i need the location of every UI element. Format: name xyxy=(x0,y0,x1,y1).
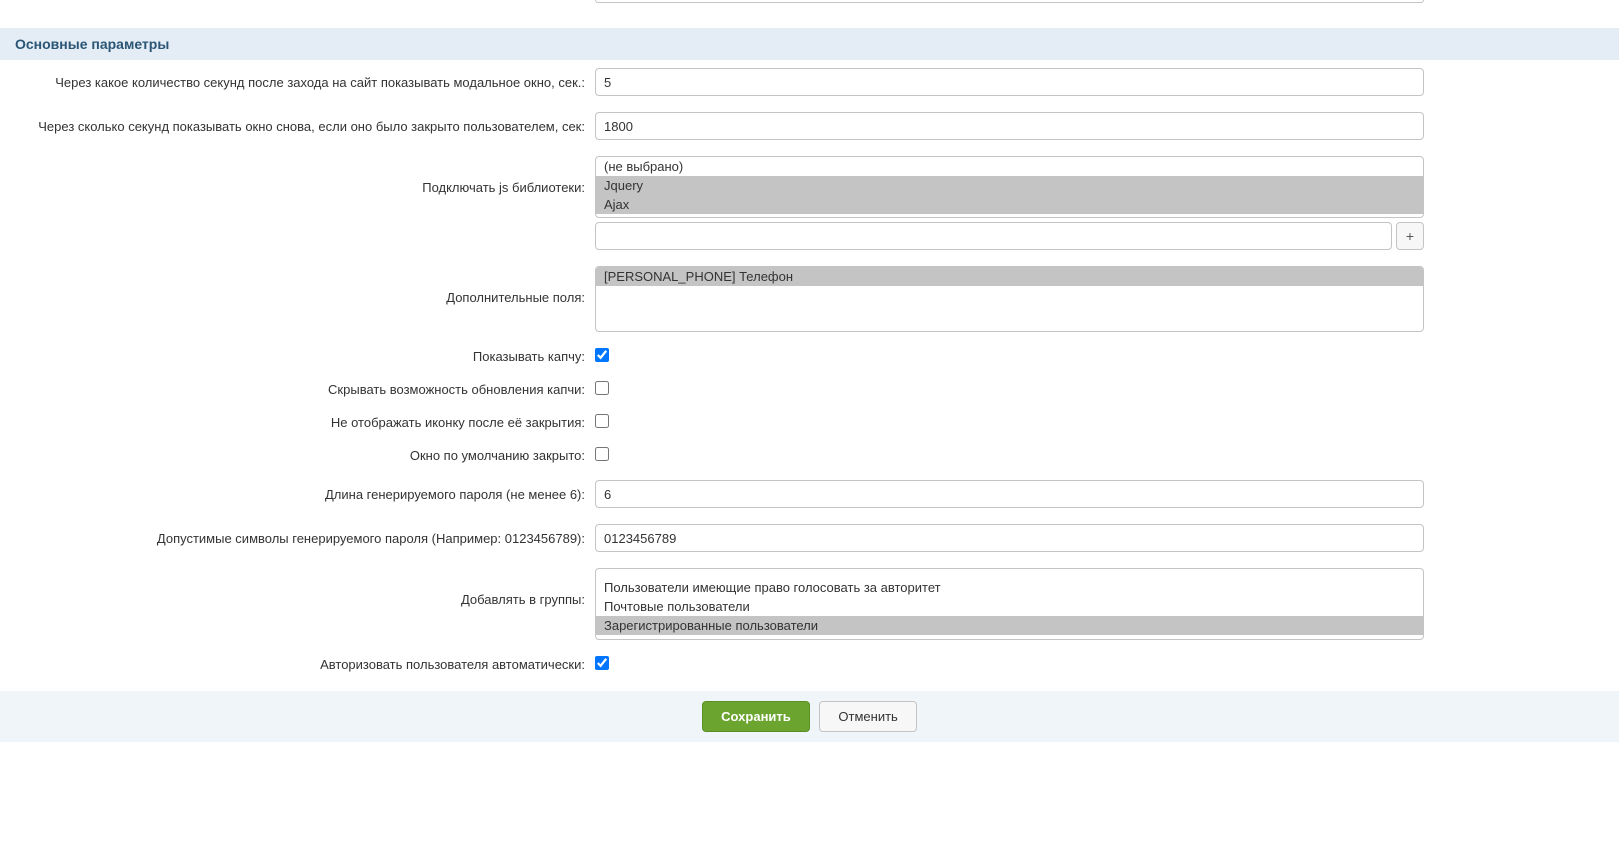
listbox-js-libs[interactable]: (не выбрано) Jquery Ajax xyxy=(595,156,1424,218)
label-js-libs: Подключать js библиотеки: xyxy=(0,156,595,195)
plus-icon: + xyxy=(1406,228,1414,244)
label-password-length: Длина генерируемого пароля (не менее 6): xyxy=(0,487,595,502)
cancel-button[interactable]: Отменить xyxy=(819,701,916,732)
add-button[interactable]: + xyxy=(1396,222,1424,250)
listbox-add-fields[interactable]: [PERSONAL_PHONE] Телефон xyxy=(595,266,1424,332)
label-password-chars: Допустимые символы генерируемого пароля … xyxy=(0,531,595,546)
checkbox-closed-default[interactable] xyxy=(595,447,609,461)
input-js-libs-add[interactable] xyxy=(595,222,1392,250)
list-item-cut[interactable] xyxy=(596,568,1423,578)
list-item[interactable]: Ajax xyxy=(596,195,1423,214)
label-groups: Добавлять в группы: xyxy=(0,568,595,607)
list-item[interactable]: Jquery xyxy=(596,176,1423,195)
list-item[interactable]: Почтовые пользователи xyxy=(596,597,1423,616)
input-delay-show[interactable] xyxy=(595,68,1424,96)
list-item[interactable]: [PERSONAL_PHONE] Телефон xyxy=(596,267,1423,286)
label-closed-default: Окно по умолчанию закрыто: xyxy=(0,448,595,463)
settings-form: Через какое количество секунд после захо… xyxy=(0,60,1619,681)
section-header: Основные параметры xyxy=(0,28,1619,60)
checkbox-show-captcha[interactable] xyxy=(595,348,609,362)
label-hide-icon: Не отображать иконку после её закрытия: xyxy=(0,415,595,430)
label-hide-captcha-refresh: Скрывать возможность обновления капчи: xyxy=(0,382,595,397)
section-title: Основные параметры xyxy=(15,36,169,52)
checkbox-hide-captcha-refresh[interactable] xyxy=(595,381,609,395)
listbox-groups[interactable]: Пользователи имеющие право голосовать за… xyxy=(595,568,1424,640)
input-delay-reshow[interactable] xyxy=(595,112,1424,140)
label-delay-show: Через какое количество секунд после захо… xyxy=(0,75,595,90)
label-add-fields: Дополнительные поля: xyxy=(0,266,595,305)
button-bar: Сохранить Отменить xyxy=(0,691,1619,742)
label-show-captcha: Показывать капчу: xyxy=(0,349,595,364)
checkbox-auto-auth[interactable] xyxy=(595,656,609,670)
label-auto-auth: Авторизовать пользователя автоматически: xyxy=(0,657,595,672)
checkbox-hide-icon[interactable] xyxy=(595,414,609,428)
truncated-select-stub xyxy=(595,0,1424,3)
list-item[interactable]: Пользователи имеющие право голосовать за… xyxy=(596,578,1423,597)
list-item[interactable]: Зарегистрированные пользователи xyxy=(596,616,1423,635)
input-password-chars[interactable] xyxy=(595,524,1424,552)
save-button[interactable]: Сохранить xyxy=(702,701,810,732)
input-password-length[interactable] xyxy=(595,480,1424,508)
label-delay-reshow: Через сколько секунд показывать окно сно… xyxy=(0,119,595,134)
list-item[interactable]: (не выбрано) xyxy=(596,157,1423,176)
